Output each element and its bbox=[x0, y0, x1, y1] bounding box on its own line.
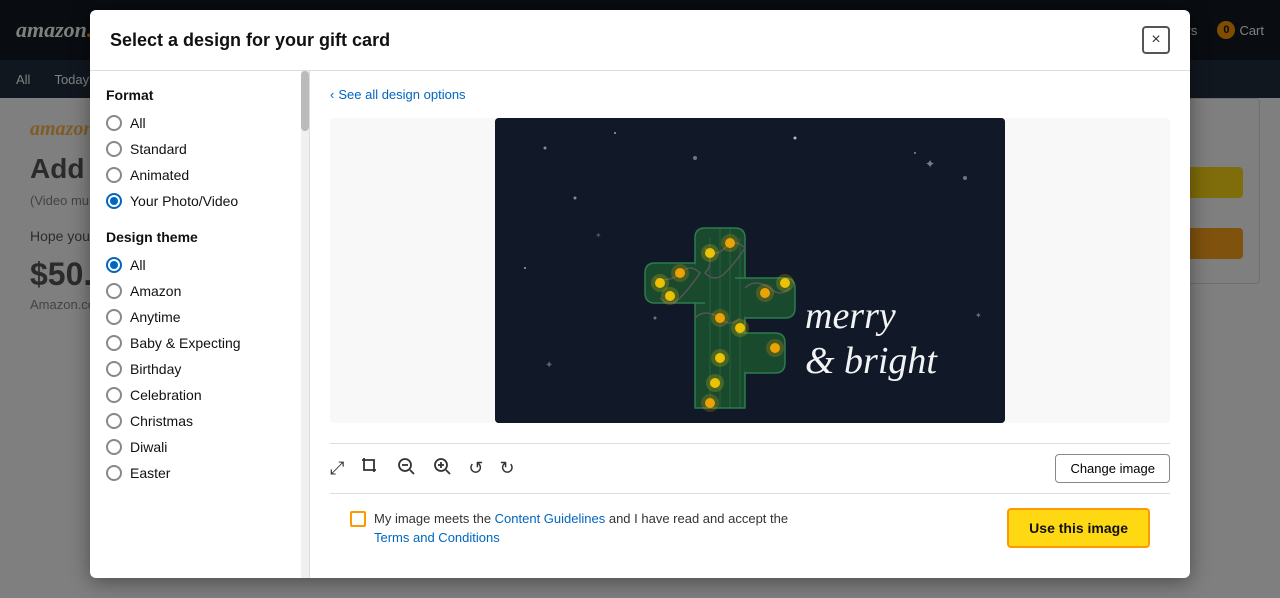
agreement-middle: and I have read and accept the bbox=[605, 511, 788, 526]
format-label-animated: Animated bbox=[130, 167, 189, 183]
theme-radio-celebration[interactable] bbox=[106, 387, 122, 403]
back-link-label: See all design options bbox=[338, 87, 465, 102]
toolbar-icons: ⤢ bbox=[330, 456, 515, 481]
format-radio-group: All Standard Animated Your Photo/Video bbox=[106, 115, 293, 209]
theme-option-baby[interactable]: Baby & Expecting bbox=[106, 335, 293, 351]
theme-option-diwali[interactable]: Diwali bbox=[106, 439, 293, 455]
modal-overlay: Select a design for your gift card × For… bbox=[0, 0, 1280, 598]
content-guidelines-link[interactable]: Content Guidelines bbox=[495, 511, 606, 526]
format-option-all[interactable]: All bbox=[106, 115, 293, 131]
gift-card-image: ✦ ✦ ✦ ✦ bbox=[495, 118, 1005, 423]
theme-option-anytime[interactable]: Anytime bbox=[106, 309, 293, 325]
svg-text:✦: ✦ bbox=[925, 157, 935, 171]
svg-text:merry: merry bbox=[805, 295, 896, 337]
theme-option-birthday[interactable]: Birthday bbox=[106, 361, 293, 377]
theme-label-baby: Baby & Expecting bbox=[130, 335, 241, 351]
theme-option-christmas[interactable]: Christmas bbox=[106, 413, 293, 429]
move-icon[interactable]: ⤢ bbox=[330, 458, 344, 479]
theme-radio-baby[interactable] bbox=[106, 335, 122, 351]
theme-radio-all[interactable] bbox=[106, 257, 122, 273]
format-radio-standard[interactable] bbox=[106, 141, 122, 157]
theme-option-amazon[interactable]: Amazon bbox=[106, 283, 293, 299]
theme-radio-easter[interactable] bbox=[106, 465, 122, 481]
modal-body: Format All Standard Animated bbox=[90, 71, 1190, 578]
format-radio-photo[interactable] bbox=[106, 193, 122, 209]
rotate-right-icon[interactable]: ↻ bbox=[500, 458, 515, 479]
theme-label-celebration: Celebration bbox=[130, 387, 202, 403]
format-option-standard[interactable]: Standard bbox=[106, 141, 293, 157]
modal-footer: My image meets the Content Guidelines an… bbox=[330, 493, 1170, 562]
svg-text:& bright: & bright bbox=[805, 340, 938, 382]
format-option-photo[interactable]: Your Photo/Video bbox=[106, 193, 293, 209]
crop-icon[interactable] bbox=[360, 456, 380, 481]
theme-radio-amazon[interactable] bbox=[106, 283, 122, 299]
zoom-out-icon[interactable] bbox=[396, 456, 416, 481]
format-radio-all[interactable] bbox=[106, 115, 122, 131]
agreement-checkbox[interactable] bbox=[350, 511, 366, 527]
format-title: Format bbox=[106, 87, 293, 103]
use-image-button[interactable]: Use this image bbox=[1007, 508, 1150, 548]
theme-label-christmas: Christmas bbox=[130, 413, 193, 429]
format-radio-animated[interactable] bbox=[106, 167, 122, 183]
cactus-illustration: ✦ ✦ ✦ ✦ bbox=[495, 118, 1005, 423]
theme-label-diwali: Diwali bbox=[130, 439, 167, 455]
scrollbar-thumb[interactable] bbox=[301, 71, 309, 131]
format-label-standard: Standard bbox=[130, 141, 187, 157]
format-label-all: All bbox=[130, 115, 146, 131]
svg-text:✦: ✦ bbox=[595, 231, 602, 240]
theme-radio-anytime[interactable] bbox=[106, 309, 122, 325]
agreement-prefix: My image meets the bbox=[374, 511, 495, 526]
theme-label-anytime: Anytime bbox=[130, 309, 181, 325]
theme-label-birthday: Birthday bbox=[130, 361, 181, 377]
svg-text:✦: ✦ bbox=[545, 360, 553, 371]
svg-text:✦: ✦ bbox=[975, 311, 982, 320]
modal-close-button[interactable]: × bbox=[1142, 26, 1170, 54]
theme-option-celebration[interactable]: Celebration bbox=[106, 387, 293, 403]
image-preview-container: ✦ ✦ ✦ ✦ bbox=[330, 118, 1170, 423]
theme-label-all: All bbox=[130, 257, 146, 273]
rotate-left-icon[interactable]: ↺ bbox=[468, 458, 483, 479]
theme-radio-birthday[interactable] bbox=[106, 361, 122, 377]
format-label-photo: Your Photo/Video bbox=[130, 193, 238, 209]
theme-radio-christmas[interactable] bbox=[106, 413, 122, 429]
back-link[interactable]: ‹ See all design options bbox=[330, 87, 1170, 102]
format-option-animated[interactable]: Animated bbox=[106, 167, 293, 183]
main-content: ‹ See all design options bbox=[310, 71, 1190, 578]
agreement-text: My image meets the Content Guidelines an… bbox=[374, 509, 788, 548]
theme-label-easter: Easter bbox=[130, 465, 170, 481]
theme-option-all[interactable]: All bbox=[106, 257, 293, 273]
modal-header: Select a design for your gift card × bbox=[90, 10, 1190, 71]
change-image-button[interactable]: Change image bbox=[1055, 454, 1170, 483]
theme-option-easter[interactable]: Easter bbox=[106, 465, 293, 481]
modal-dialog: Select a design for your gift card × For… bbox=[90, 10, 1190, 578]
agreement-section: My image meets the Content Guidelines an… bbox=[350, 509, 995, 548]
zoom-in-icon[interactable] bbox=[432, 456, 452, 481]
modal-title: Select a design for your gift card bbox=[110, 30, 390, 51]
scrollbar-track bbox=[301, 71, 309, 578]
image-toolbar: ⤢ bbox=[330, 443, 1170, 493]
theme-radio-diwali[interactable] bbox=[106, 439, 122, 455]
theme-radio-group: All Amazon Anytime Baby & Expecting bbox=[106, 257, 293, 481]
theme-title: Design theme bbox=[106, 229, 293, 245]
terms-link[interactable]: Terms and Conditions bbox=[374, 530, 500, 545]
back-chevron-icon: ‹ bbox=[330, 87, 334, 102]
theme-label-amazon: Amazon bbox=[130, 283, 181, 299]
filter-panel: Format All Standard Animated bbox=[90, 71, 310, 578]
